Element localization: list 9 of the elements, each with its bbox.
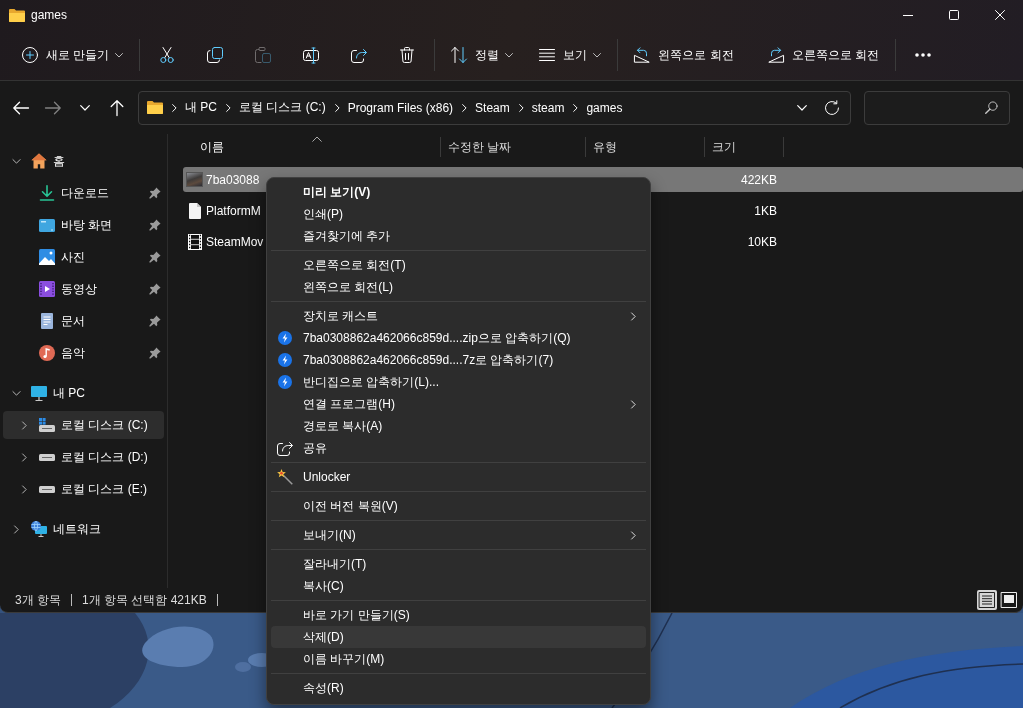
status-text: 3개 항목 (15, 591, 61, 609)
file-name: SteamMov (206, 234, 264, 249)
status-text: 1개 항목 선택함 421KB (82, 591, 207, 609)
window-title: games (31, 8, 68, 22)
file-size: 10KB (746, 234, 778, 249)
file-size: 422KB (739, 172, 778, 187)
file-name: 7ba03088 (206, 172, 260, 187)
file-size: 1KB (753, 203, 778, 218)
file-name: PlatformM (206, 203, 261, 218)
